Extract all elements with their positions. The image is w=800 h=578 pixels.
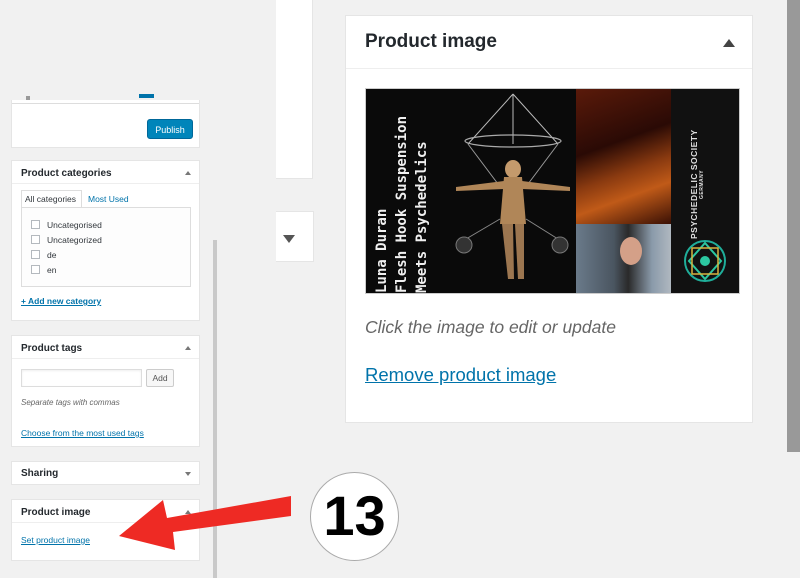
categories-list: Uncategorised Uncategorized de en xyxy=(21,207,191,287)
sharing-box: Sharing xyxy=(11,461,200,485)
category-label: en xyxy=(47,265,57,275)
category-label: Uncategorized xyxy=(47,235,102,245)
category-checkbox[interactable] xyxy=(31,250,40,259)
zoom-header-divider xyxy=(346,68,752,69)
category-checkbox[interactable] xyxy=(31,235,40,244)
categories-title: Product categories xyxy=(21,168,112,179)
poster-line3: Meets Psychedelics xyxy=(414,141,430,293)
set-product-image-link[interactable]: Set product image xyxy=(21,535,90,545)
poster-society-text: PSYCHEDELIC SOCIETY GERMANY xyxy=(689,99,705,239)
categories-box: Product categories All categories Most U… xyxy=(11,160,200,321)
poster-aerial-photo xyxy=(576,89,671,224)
category-checkbox[interactable] xyxy=(31,220,40,229)
tab-all-categories[interactable]: All categories xyxy=(21,190,82,207)
tags-toggle-icon[interactable] xyxy=(185,346,191,350)
zoom-scrollbar[interactable] xyxy=(787,0,800,452)
tags-header-divider xyxy=(12,358,199,359)
poster-portrait-face xyxy=(620,237,642,265)
sharing-toggle-icon[interactable] xyxy=(185,472,191,476)
category-checkbox[interactable] xyxy=(31,265,40,274)
tags-input[interactable] xyxy=(21,369,142,387)
zoom-edit-area xyxy=(276,0,313,179)
tab-most-used[interactable]: Most Used xyxy=(88,194,129,204)
category-label: Uncategorised xyxy=(47,220,102,230)
poster-line2: Flesh Hook Suspension xyxy=(394,115,410,293)
choose-tags-link[interactable]: Choose from the most used tags xyxy=(21,428,144,438)
mandala-logo-icon xyxy=(684,240,726,282)
tags-title: Product tags xyxy=(21,343,83,354)
chevron-down-icon[interactable] xyxy=(283,235,295,243)
poster-society-side: PSYCHEDELIC SOCIETY GERMANY xyxy=(671,89,739,293)
product-image-title: Product image xyxy=(21,507,91,518)
remove-product-image-link[interactable]: Remove product image xyxy=(365,364,556,386)
categories-toggle-icon[interactable] xyxy=(185,171,191,175)
zoom-image-hint: Click the image to edit or update xyxy=(365,317,616,337)
sharing-title: Sharing xyxy=(21,468,59,479)
publish-divider xyxy=(12,103,199,104)
zoom-collapsed-box xyxy=(276,211,314,262)
tags-add-button[interactable]: Add xyxy=(146,369,174,387)
category-label: de xyxy=(47,250,57,260)
annotation-arrow xyxy=(119,496,291,550)
publish-box: Publish xyxy=(11,94,200,148)
zoom-product-image-box: Product image Luna Duran Flesh Hook Susp… xyxy=(345,15,753,423)
poster-society-country: GERMANY xyxy=(699,169,705,199)
tags-hint: Separate tags with commas xyxy=(21,398,120,407)
tags-box: Product tags Add Separate tags with comm… xyxy=(11,335,200,447)
step-number-badge: 13 xyxy=(310,472,399,561)
poster-suspension-artwork xyxy=(455,93,570,279)
categories-header-divider xyxy=(12,183,199,184)
poster-line1: Luna Duran xyxy=(374,208,390,293)
zoom-product-image-title: Product image xyxy=(365,31,497,52)
publish-status-icon xyxy=(26,96,30,100)
add-new-category-link[interactable]: + Add new category xyxy=(21,296,101,306)
publish-button[interactable]: Publish xyxy=(147,119,193,139)
publish-edit-link[interactable] xyxy=(139,94,154,98)
poster-society-name: PSYCHEDELIC SOCIETY xyxy=(689,129,699,239)
product-image-thumbnail[interactable]: Luna Duran Flesh Hook Suspension Meets P… xyxy=(365,88,740,294)
step-number: 13 xyxy=(323,484,386,547)
zoom-toggle-icon[interactable] xyxy=(723,39,735,47)
tab-all-categories-label: All categories xyxy=(25,194,77,204)
poster-title-block: Luna Duran Flesh Hook Suspension Meets P… xyxy=(372,93,442,293)
